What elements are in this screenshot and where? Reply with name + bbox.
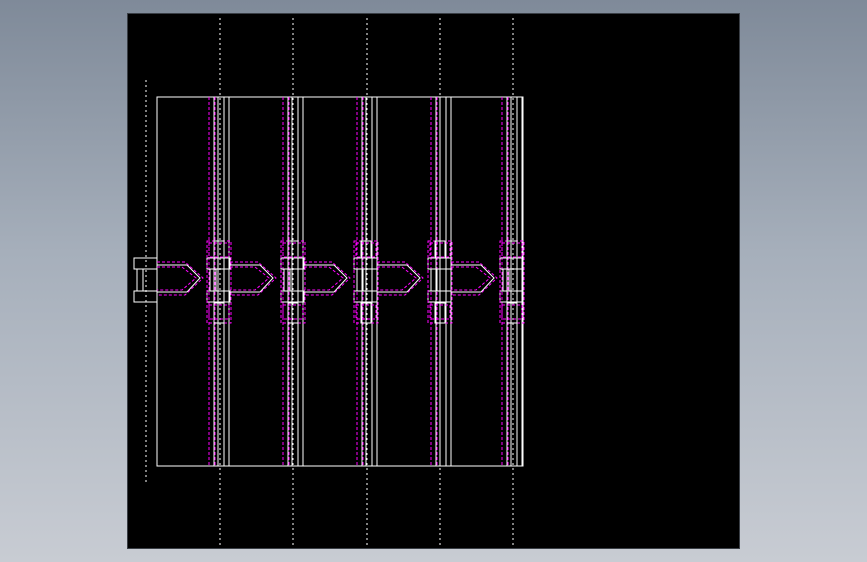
pin-block-hidden-2 (206, 240, 232, 324)
pin-cap-bottom-3 (282, 304, 304, 320)
link-prong-upper-1 (133, 257, 158, 270)
pin-cap-bottom-6 (501, 304, 523, 320)
link-body-inner-3 (304, 266, 344, 291)
link-pin-tab-1 (136, 268, 144, 292)
link-chevron-5 (480, 264, 495, 293)
pin-block-hidden-6 (499, 240, 525, 324)
link-body-inner-4 (377, 266, 417, 291)
link-body-inner-5 (451, 266, 491, 291)
pin-cap-bottom-2 (208, 304, 230, 320)
link-chevron-3 (333, 264, 348, 293)
link-chevron-1 (186, 264, 201, 293)
link-body-inner-1 (157, 266, 197, 291)
pin-cap-top-6 (501, 242, 523, 258)
link-chevron-2 (259, 264, 274, 293)
belt-outline (156, 96, 524, 467)
link-chevron-4 (406, 264, 421, 293)
link-body-inner-2 (230, 266, 270, 291)
chain-link-drawing (133, 18, 525, 546)
pin-cap-top-2 (208, 242, 230, 258)
